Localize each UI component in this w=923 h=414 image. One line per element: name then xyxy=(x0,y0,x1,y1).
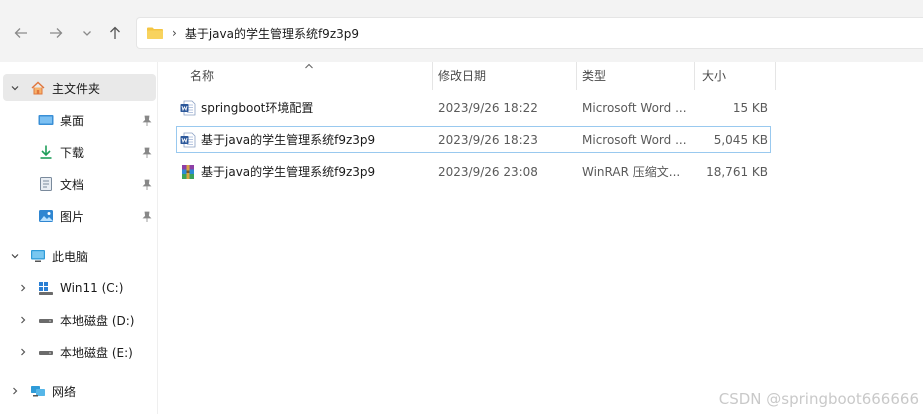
chevron-down-icon[interactable] xyxy=(8,249,22,263)
file-date: 2023/9/26 18:23 xyxy=(438,132,538,147)
download-icon xyxy=(38,144,54,160)
desktop-icon xyxy=(38,112,54,128)
folder-icon xyxy=(147,27,163,39)
arrow-right-icon xyxy=(50,28,63,38)
breadcrumb-current-folder[interactable]: 基于java的学生管理系统f9z3p9 xyxy=(185,25,359,42)
sidebar-item-pictures[interactable]: 图片 xyxy=(38,204,84,228)
sidebar-item-label: 桌面 xyxy=(60,113,85,128)
navigation-bar: › 基于java的学生管理系统f9z3p9 xyxy=(0,0,923,62)
chevron-right-icon[interactable] xyxy=(16,281,30,295)
column-header-label: 类型 xyxy=(582,68,607,83)
column-header-date[interactable]: 修改日期 xyxy=(438,62,568,88)
column-header-label: 大小 xyxy=(702,68,727,83)
home-icon xyxy=(30,80,46,96)
file-type: WinRAR 压缩文... xyxy=(582,165,681,179)
column-header-label: 修改日期 xyxy=(438,68,487,83)
sidebar-item-label: 主文件夹 xyxy=(52,81,101,96)
sidebar-item-desktop[interactable]: 桌面 xyxy=(38,108,84,132)
sidebar-item-drive-c[interactable]: Win11 (C:) xyxy=(16,276,123,300)
sidebar-item-label: 图片 xyxy=(60,209,85,224)
sidebar-item-label: Win11 (C:) xyxy=(60,281,124,295)
sidebar-item-home[interactable]: 主文件夹 xyxy=(8,76,100,100)
column-header-label: 名称 xyxy=(190,68,215,83)
chevron-right-icon[interactable] xyxy=(8,384,22,398)
back-button[interactable] xyxy=(10,22,32,44)
arrow-up-icon xyxy=(110,26,120,39)
sidebar-item-network[interactable]: 网络 xyxy=(8,379,76,403)
sidebar-item-downloads[interactable]: 下载 xyxy=(38,140,84,164)
forward-button[interactable] xyxy=(45,22,67,44)
file-row-selected[interactable]: 基于java的学生管理系统f9z3p9 2023/9/26 18:23 Micr… xyxy=(176,126,771,153)
document-icon xyxy=(38,176,54,192)
sidebar-item-drive-e[interactable]: 本地磁盘 (E:) xyxy=(16,340,133,364)
address-bar[interactable]: › 基于java的学生管理系统f9z3p9 xyxy=(136,17,923,49)
sidebar-item-label: 下载 xyxy=(60,145,85,160)
navigation-pane: 主文件夹 桌面 下载 文档 图片 此电脑 Win11 (C:) 本地磁盘 (D:… xyxy=(0,62,158,414)
file-row[interactable]: springboot环境配置 2023/9/26 18:22 Microsoft… xyxy=(176,94,771,121)
winrar-archive-icon xyxy=(182,164,194,179)
pin-icon[interactable] xyxy=(141,115,153,127)
disk-drive-icon xyxy=(38,344,54,360)
file-name-cell[interactable]: springboot环境配置 xyxy=(180,94,420,121)
chevron-right-icon[interactable] xyxy=(16,313,30,327)
column-header-size[interactable]: 大小 xyxy=(702,62,772,88)
computer-icon xyxy=(30,248,46,264)
file-date: 2023/9/26 18:22 xyxy=(438,100,538,115)
file-list: 名称 修改日期 类型 大小 springboot环境配置 2023/9/26 1… xyxy=(158,62,923,414)
word-file-icon xyxy=(180,132,196,147)
file-type: Microsoft Word ... xyxy=(582,100,687,115)
file-type: Microsoft Word ... xyxy=(582,132,687,147)
sidebar-item-label: 本地磁盘 (E:) xyxy=(60,345,133,360)
file-size: 15 KB xyxy=(732,100,768,115)
sidebar-item-label: 文档 xyxy=(60,177,85,192)
file-name: 基于java的学生管理系统f9z3p9 xyxy=(201,133,376,147)
sidebar-item-drive-d[interactable]: 本地磁盘 (D:) xyxy=(16,308,134,332)
file-name-cell[interactable]: 基于java的学生管理系统f9z3p9 xyxy=(180,158,420,185)
pictures-icon xyxy=(38,208,54,224)
column-divider[interactable] xyxy=(576,62,577,90)
column-divider[interactable] xyxy=(694,62,695,90)
word-file-icon xyxy=(180,100,196,115)
chevron-down-icon xyxy=(83,31,91,36)
breadcrumb-separator[interactable]: › xyxy=(172,26,177,40)
column-divider[interactable] xyxy=(432,62,433,90)
up-button[interactable] xyxy=(104,22,126,44)
sidebar-item-label: 此电脑 xyxy=(52,249,89,264)
column-header-name[interactable]: 名称 xyxy=(190,62,430,88)
disk-drive-icon xyxy=(38,312,54,328)
chevron-right-icon[interactable] xyxy=(16,345,30,359)
sidebar-item-this-pc[interactable]: 此电脑 xyxy=(8,244,88,268)
pin-icon[interactable] xyxy=(141,147,153,159)
sidebar-item-label: 网络 xyxy=(52,384,77,399)
windows-drive-icon xyxy=(38,280,54,296)
arrow-left-icon xyxy=(14,28,27,38)
file-size: 5,045 KB xyxy=(713,132,768,147)
sidebar-item-label: 本地磁盘 (D:) xyxy=(60,313,135,328)
pin-icon[interactable] xyxy=(141,179,153,191)
chevron-down-icon[interactable] xyxy=(8,81,22,95)
file-size: 18,761 KB xyxy=(706,164,768,179)
watermark: CSDN @springboot666666 xyxy=(718,390,919,408)
network-icon xyxy=(30,383,46,399)
column-header-type[interactable]: 类型 xyxy=(582,62,682,88)
file-name-cell[interactable]: 基于java的学生管理系统f9z3p9 xyxy=(180,126,420,153)
column-divider[interactable] xyxy=(775,62,776,90)
file-name: springboot环境配置 xyxy=(201,101,314,115)
pin-icon[interactable] xyxy=(141,211,153,223)
file-row[interactable]: 基于java的学生管理系统f9z3p9 2023/9/26 23:08 WinR… xyxy=(176,158,771,185)
file-name: 基于java的学生管理系统f9z3p9 xyxy=(201,165,376,179)
file-date: 2023/9/26 23:08 xyxy=(438,164,538,179)
recent-locations-button[interactable] xyxy=(76,22,98,44)
sidebar-item-documents[interactable]: 文档 xyxy=(38,172,84,196)
